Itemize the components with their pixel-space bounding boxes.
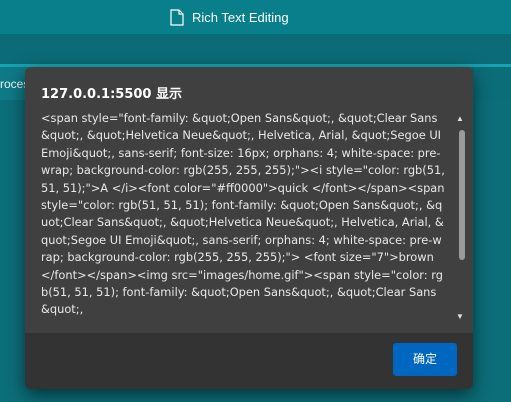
message-scroll-area[interactable]: <span style="font-family: &quot;Open San… bbox=[41, 110, 473, 325]
scrollbar-thumb[interactable] bbox=[459, 130, 465, 260]
dialog-message: <span style="font-family: &quot;Open San… bbox=[41, 111, 445, 317]
toolbar-band bbox=[0, 34, 511, 64]
dialog-title: 127.0.0.1:5500 显示 bbox=[41, 87, 182, 102]
ok-button[interactable]: 确定 bbox=[393, 343, 457, 376]
document-title[interactable]: Rich Text Editing bbox=[192, 10, 289, 25]
document-icon bbox=[170, 8, 184, 26]
scroll-down-arrow-icon[interactable]: ▼ bbox=[454, 311, 466, 323]
dialog-footer: 确定 bbox=[25, 333, 473, 389]
scroll-up-arrow-icon[interactable]: ▲ bbox=[454, 113, 466, 125]
alert-dialog: 127.0.0.1:5500 显示 <span style="font-fami… bbox=[25, 67, 473, 389]
app-header: Rich Text Editing bbox=[0, 0, 511, 34]
document-title-area: Rich Text Editing bbox=[170, 7, 289, 27]
